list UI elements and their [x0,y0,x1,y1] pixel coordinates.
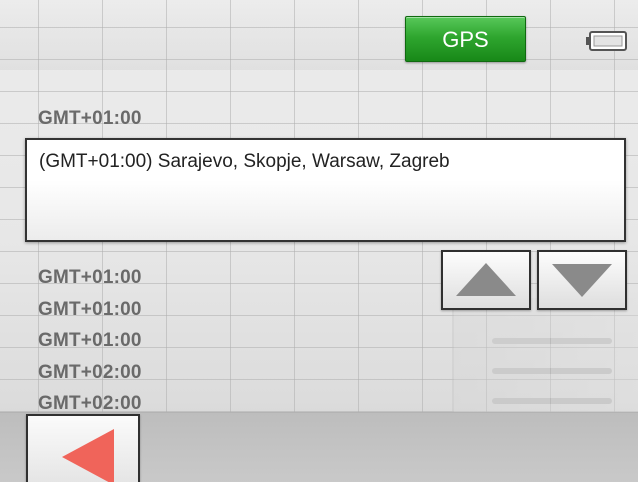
selected-timezone-box[interactable]: (GMT+01:00) Sarajevo, Skopje, Warsaw, Za… [25,138,626,242]
status-bar-background [0,0,638,70]
list-item[interactable]: GMT+02:00 [38,357,142,389]
scroll-down-button[interactable] [537,250,627,310]
triangle-down-icon [552,264,612,297]
current-timezone-label: GMT+01:00 [38,108,142,129]
list-item[interactable]: GMT+01:00 [38,262,142,294]
back-arrow-icon [62,429,114,482]
selected-timezone-text: (GMT+01:00) Sarajevo, Skopje, Warsaw, Za… [39,151,450,172]
back-button[interactable] [26,414,140,482]
triangle-up-icon [456,263,516,296]
timezone-screen: GPS GMT+01:00 (GMT+01:00) Sarajevo, Skop… [0,0,638,482]
list-item[interactable]: GMT+01:00 [38,325,142,357]
list-item[interactable]: GMT+01:00 [38,294,142,326]
scroll-up-button[interactable] [441,250,531,310]
battery-icon [586,30,628,52]
timezone-option-list: GMT+01:00 GMT+01:00 GMT+01:00 GMT+02:00 … [38,262,142,420]
gps-status-button[interactable]: GPS [405,16,526,62]
